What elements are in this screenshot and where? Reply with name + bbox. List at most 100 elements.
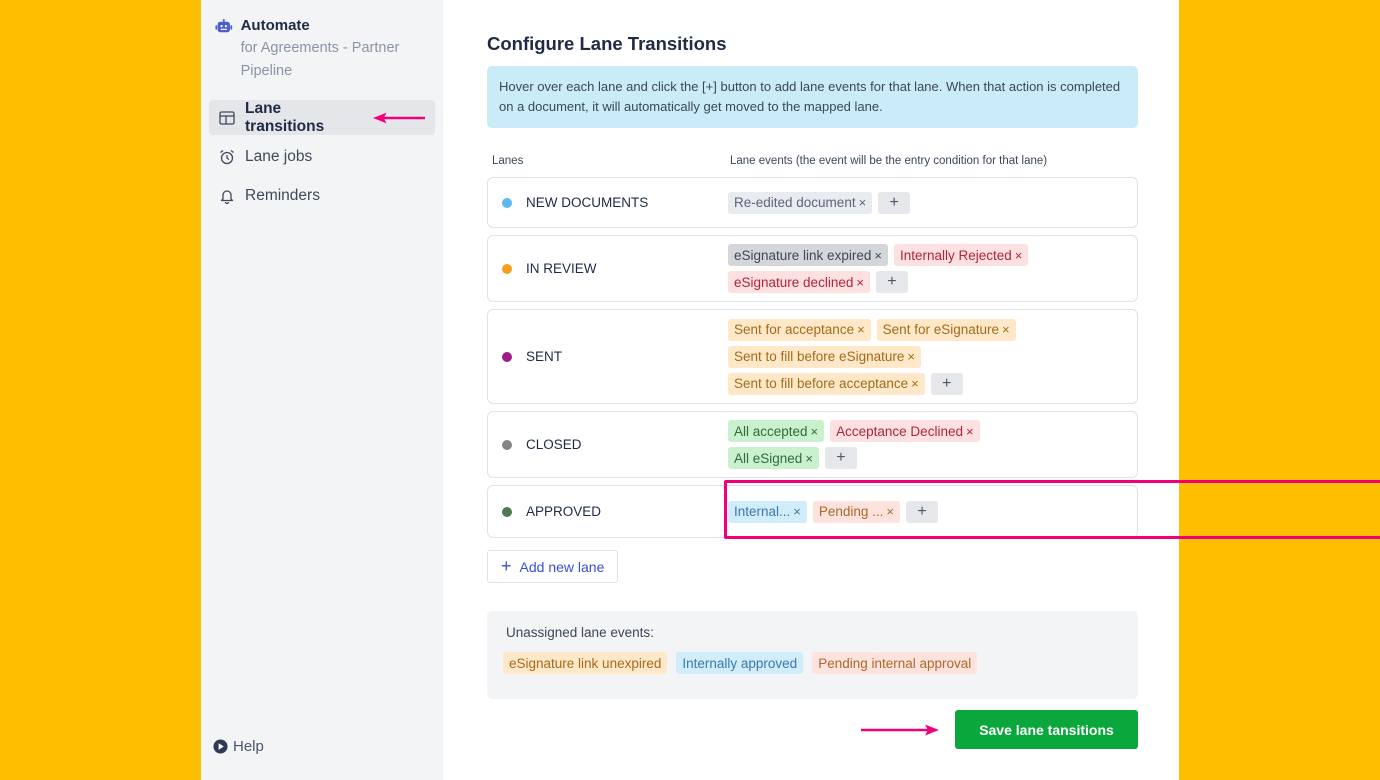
sidebar-item-label: Reminders (245, 186, 320, 204)
event-label: Re-edited document (734, 195, 856, 210)
lane-event-tag: eSignature link expired × (728, 244, 888, 266)
remove-event-icon[interactable]: × (859, 195, 867, 210)
unassigned-event-tag[interactable]: Internally approved (676, 652, 804, 674)
arrow-left-icon (372, 112, 425, 123)
remove-event-icon[interactable]: × (911, 376, 919, 391)
event-label: Sent to fill before acceptance (734, 376, 909, 391)
add-event-button[interactable]: + (824, 447, 857, 469)
save-lane-transitions-button[interactable]: Save lane tansitions (955, 710, 1138, 749)
lanes-list: NEW DOCUMENTS Re-edited document × + IN REVI… (487, 177, 1179, 538)
event-label: Sent to fill before eSignature (734, 349, 905, 364)
add-event-button[interactable]: + (906, 500, 939, 523)
lane-name: APPROVED (502, 504, 728, 519)
lane-color-dot (502, 506, 512, 517)
lane-color-dot (502, 197, 512, 208)
lane-row[interactable]: APPROVED Internal... × Pending ... × + (487, 485, 1138, 538)
lane-label: NEW DOCUMENTS (526, 195, 649, 210)
lane-row[interactable]: NEW DOCUMENTS Re-edited document × + (487, 177, 1138, 228)
lane-label: SENT (526, 349, 563, 364)
remove-event-icon[interactable]: × (793, 504, 801, 519)
lane-name: SENT (502, 349, 728, 364)
lane-color-dot (502, 351, 512, 362)
remove-event-icon[interactable]: × (1015, 248, 1023, 263)
sidebar-item-label: Lane transitions (245, 99, 325, 135)
play-circle-icon (213, 739, 228, 754)
lane-color-dot (502, 263, 512, 274)
remove-event-icon[interactable]: × (874, 248, 882, 263)
lane-row[interactable]: CLOSED All accepted × Acceptance Declined × A… (487, 411, 1138, 478)
lane-events: All accepted × Acceptance Declined × All eSi… (728, 414, 1018, 475)
save-row: Save lane tansitions (861, 710, 1138, 749)
lane-events: Sent for acceptance × Sent for eSignature ×… (728, 313, 1048, 401)
sidebar-nav: Lane transitions Lane jobs Reminders (209, 100, 435, 213)
arrow-right-icon (861, 724, 939, 735)
event-label: eSignature link expired (734, 247, 872, 263)
lane-event-tag: All accepted × (728, 420, 825, 442)
event-label: Sent for acceptance (734, 322, 855, 337)
lane-event-tag: Sent for acceptance × (728, 318, 871, 341)
help-label: Help (233, 738, 264, 755)
event-label: Internally Rejected (899, 247, 1012, 263)
remove-event-icon[interactable]: × (811, 424, 819, 439)
lane-color-dot (502, 439, 512, 450)
event-label: Internal... (734, 504, 791, 519)
sidebar-item-lane-jobs[interactable]: Lane jobs (209, 139, 435, 174)
lane-events: Re-edited document × + (728, 186, 1108, 220)
lane-event-tag: Internal... × (728, 500, 807, 523)
unassigned-event-tag[interactable]: eSignature link unexpired (503, 652, 668, 674)
lane-label: APPROVED (526, 504, 602, 519)
events-column-header: Lane events (the event will be the entry… (730, 155, 1048, 167)
remove-event-icon[interactable]: × (907, 349, 915, 364)
unassigned-events-panel: Unassigned lane events: eSignature link … (487, 611, 1138, 699)
add-event-button[interactable]: + (878, 191, 911, 214)
add-event-button[interactable]: + (930, 372, 963, 395)
lane-event-tag: Sent to fill before eSignature × (728, 345, 921, 368)
brand-title: Automate (240, 17, 310, 34)
plus-icon: + (501, 556, 512, 576)
unassigned-tags: eSignature link unexpired Internally appr… (503, 652, 1119, 674)
lane-event-tag: Sent for eSignature × (876, 318, 1016, 341)
alarm-clock-icon (220, 149, 234, 164)
event-label: eSignature declined (734, 274, 854, 290)
remove-event-icon[interactable]: × (805, 451, 813, 466)
remove-event-icon[interactable]: × (966, 424, 974, 439)
lane-label: IN REVIEW (526, 261, 597, 276)
help-link[interactable]: Help (213, 738, 264, 755)
sidebar-item-lane-transitions[interactable]: Lane transitions (209, 100, 435, 135)
lane-event-tag: Internally Rejected × (893, 244, 1029, 266)
lane-event-tag: All eSigned × (728, 447, 819, 469)
lane-label: CLOSED (526, 437, 582, 452)
sidebar-item-reminders[interactable]: Reminders (209, 178, 435, 213)
remove-event-icon[interactable]: × (856, 275, 864, 290)
lane-event-tag: Acceptance Declined × (830, 420, 980, 442)
app-window: Automate for Agreements - Partner Pipeli… (201, 0, 1380, 780)
column-headers: Lanes Lane events (the event will be the… (487, 155, 1179, 167)
remove-event-icon[interactable]: × (857, 322, 865, 337)
brand: Automate for Agreements - Partner Pipeli… (209, 16, 435, 83)
remove-event-icon[interactable]: × (886, 504, 894, 519)
lane-name: NEW DOCUMENTS (502, 195, 728, 210)
lane-event-tag: Pending ... × (812, 500, 901, 523)
unassigned-event-tag[interactable]: Pending internal approval (812, 652, 978, 674)
lane-event-tag: Re-edited document × (728, 191, 873, 214)
main-content: Configure Lane Transitions Hover over ea… (443, 0, 1380, 780)
page-title: Configure Lane Transitions (487, 33, 727, 54)
lane-events: eSignature link expired × Internally Rejec… (728, 238, 1068, 299)
event-label: All accepted (734, 423, 808, 439)
robot-icon (215, 19, 233, 33)
bell-icon (220, 189, 234, 204)
unassigned-label: Unassigned lane events: (506, 625, 654, 640)
sidebar: Automate for Agreements - Partner Pipeli… (201, 0, 443, 780)
event-label: Sent for eSignature (882, 322, 999, 337)
lane-event-tag: eSignature declined × (728, 271, 870, 293)
add-new-lane-button[interactable]: + Add new lane (487, 550, 619, 583)
event-label: Acceptance Declined (836, 423, 963, 439)
lane-row[interactable]: SENT Sent for acceptance × Sent for eSignat… (487, 309, 1138, 404)
lane-events: Internal... × Pending ... × + (728, 495, 1108, 529)
lane-row[interactable]: IN REVIEW eSignature link expired × Interna… (487, 235, 1138, 302)
remove-event-icon[interactable]: × (1002, 322, 1010, 337)
lane-name: CLOSED (502, 437, 728, 452)
lane-event-tag: Sent to fill before acceptance × (728, 372, 925, 395)
add-event-button[interactable]: + (875, 271, 908, 293)
sidebar-item-label: Lane jobs (245, 147, 313, 165)
